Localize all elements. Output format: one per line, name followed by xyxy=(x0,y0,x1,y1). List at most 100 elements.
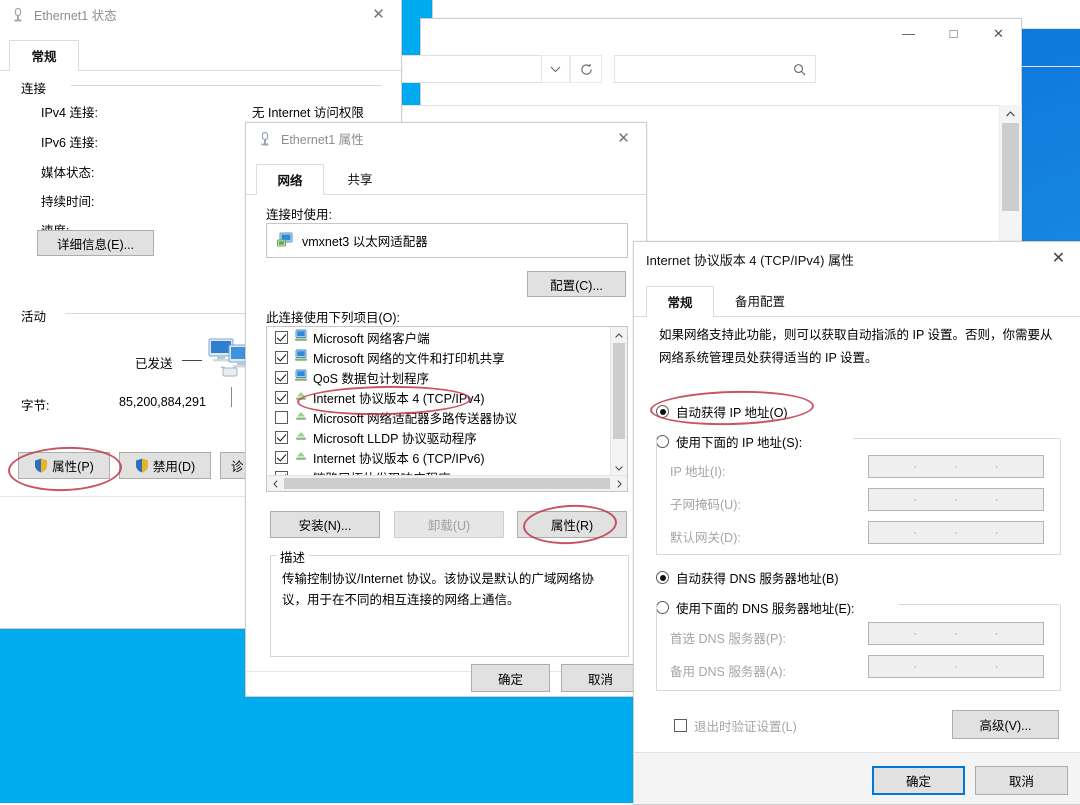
sent-dash xyxy=(182,360,202,361)
list-item-label: Internet 协议版本 6 (TCP/IPv6) xyxy=(313,448,485,467)
list-item[interactable]: Internet 协议版本 6 (TCP/IPv6) xyxy=(267,447,610,467)
protocol-icon xyxy=(294,449,308,465)
dns-auto-label: 自动获得 DNS 服务器地址(B) xyxy=(676,568,839,587)
ip-group-box-top-right xyxy=(853,438,1059,439)
checkbox[interactable] xyxy=(275,391,288,404)
chevron-up-icon[interactable] xyxy=(1000,105,1021,123)
chevron-down-icon[interactable] xyxy=(611,460,627,476)
tcpipv4-close-button[interactable]: ✕ xyxy=(1036,244,1080,275)
address-dropdown-button[interactable] xyxy=(541,55,570,83)
tcpipv4-properties-dialog[interactable]: Internet 协议版本 4 (TCP/IPv4) 属性 ✕ 常规 备用配置 … xyxy=(633,241,1080,805)
alternate-dns-field[interactable]: ··· xyxy=(868,655,1044,678)
properties-r-button[interactable]: 属性(R) xyxy=(517,511,627,538)
chevron-right-icon[interactable] xyxy=(611,480,627,488)
checkbox[interactable] xyxy=(275,351,288,364)
client-icon xyxy=(294,329,308,345)
network-card-icon xyxy=(277,232,293,250)
protocol-list[interactable]: Microsoft 网络客户端 Microsoft 网络的文件和打印机共享 Qo… xyxy=(266,326,628,492)
validate-checkbox[interactable] xyxy=(674,719,687,732)
properties-close-button[interactable]: ✕ xyxy=(601,123,646,154)
subnet-mask-field[interactable]: ··· xyxy=(868,488,1044,511)
checkbox[interactable] xyxy=(275,431,288,444)
ip-auto-radio[interactable] xyxy=(656,405,669,418)
properties-title: Ethernet1 属性 xyxy=(281,129,601,148)
status-diagnose-label: 诊 xyxy=(231,456,244,475)
dns-field-row: 备用 DNS 服务器(A): xyxy=(670,661,786,680)
list-item-label: Microsoft 网络的文件和打印机共享 xyxy=(313,348,505,367)
checkbox[interactable] xyxy=(275,371,288,384)
list-item[interactable]: Microsoft 网络的文件和打印机共享 xyxy=(267,347,610,367)
search-icon xyxy=(793,63,806,76)
ip-address-field[interactable]: ··· xyxy=(868,455,1044,478)
alternate-dns-label: 备用 DNS 服务器(A): xyxy=(670,665,786,679)
validate-label: 退出时验证设置(L) xyxy=(694,716,797,735)
protocol-list-vscrollbar[interactable] xyxy=(610,327,627,476)
client-icon xyxy=(294,349,308,365)
list-item-label: QoS 数据包计划程序 xyxy=(313,368,429,387)
list-item[interactable]: Microsoft 网络适配器多路传送器协议 xyxy=(267,407,610,427)
bytes-sent-value: 85,200,884,291 xyxy=(119,395,206,409)
checkbox[interactable] xyxy=(275,411,288,424)
chevron-up-icon[interactable] xyxy=(611,327,627,343)
status-properties-button[interactable]: 属性(P) xyxy=(18,452,110,479)
chevron-left-icon[interactable] xyxy=(267,480,283,488)
close-button[interactable]: ✕ xyxy=(976,19,1021,47)
list-item[interactable]: Microsoft 网络客户端 xyxy=(267,327,610,347)
tab-alternate-config[interactable]: 备用配置 xyxy=(716,285,804,316)
default-gateway-label: 默认网关(D): xyxy=(670,531,741,545)
tab-sharing[interactable]: 共享 xyxy=(326,163,394,194)
maximize-button[interactable]: □ xyxy=(931,19,976,47)
tab-general[interactable]: 常规 xyxy=(646,286,714,317)
list-item[interactable]: QoS 数据包计划程序 xyxy=(267,367,610,387)
status-row: IPv4 连接: xyxy=(41,102,98,121)
ethernet-properties-dialog[interactable]: Ethernet1 属性 ✕ 网络 共享 连接时使用: vmxnet3 以太网适… xyxy=(245,122,647,697)
dns-auto-radio-row[interactable]: 自动获得 DNS 服务器地址(B) xyxy=(656,568,839,587)
dns-auto-radio[interactable] xyxy=(656,571,669,584)
ip-auto-label: 自动获得 IP 地址(O) xyxy=(676,402,788,421)
status-disable-button[interactable]: 禁用(D) xyxy=(119,452,211,479)
preferred-dns-field[interactable]: ··· xyxy=(868,622,1044,645)
refresh-button[interactable] xyxy=(570,55,602,83)
bytes-label: 字节: xyxy=(21,395,49,414)
validate-checkbox-row[interactable]: 退出时验证设置(L) xyxy=(674,716,797,735)
checkbox[interactable] xyxy=(275,331,288,344)
properties-cancel-button[interactable]: 取消 xyxy=(561,664,640,692)
status-row-value: 无 Internet 访问权限 xyxy=(252,102,364,121)
protocol-list-hscrollbar[interactable] xyxy=(267,475,627,491)
list-item-label: Microsoft 网络适配器多路传送器协议 xyxy=(313,408,517,427)
advanced-button[interactable]: 高级(V)... xyxy=(952,710,1059,739)
status-tabstrip[interactable]: 常规 xyxy=(0,30,401,71)
list-item[interactable]: Microsoft LLDP 协议驱动程序 xyxy=(267,427,610,447)
tcpipv4-tabstrip[interactable]: 常规 备用配置 xyxy=(634,276,1080,317)
tcpipv4-ok-button[interactable]: 确定 xyxy=(872,766,965,795)
install-button[interactable]: 安装(N)... xyxy=(270,511,380,538)
list-item-tcpipv4[interactable]: Internet 协议版本 4 (TCP/IPv4) xyxy=(267,387,610,407)
properties-ok-button-real[interactable]: 确定 xyxy=(471,664,550,692)
ip-address-label: IP 地址(I): xyxy=(670,465,725,479)
items-label: 此连接使用下列项目(O): xyxy=(266,307,400,326)
preferred-dns-label: 首选 DNS 服务器(P): xyxy=(670,632,786,646)
checkbox[interactable] xyxy=(275,451,288,464)
details-button[interactable]: 详细信息(E)... xyxy=(37,230,154,256)
default-gateway-field[interactable]: ··· xyxy=(868,521,1044,544)
configure-button-real[interactable]: 配置(C)... xyxy=(527,271,626,297)
tab-general[interactable]: 常规 xyxy=(9,40,79,71)
properties-tabstrip[interactable]: 网络 共享 xyxy=(246,154,646,195)
search-box[interactable] xyxy=(614,55,816,83)
scrollbar-thumb[interactable] xyxy=(284,478,610,489)
minimize-button[interactable]: — xyxy=(886,19,931,47)
uninstall-button: 卸载(U) xyxy=(394,511,504,538)
explorer-toolbar xyxy=(421,55,1021,83)
network-adapter-icon xyxy=(257,131,273,147)
description-text: 传输控制协议/Internet 协议。该协议是默认的广域网络协议，用于在不同的相… xyxy=(282,569,612,611)
connection-group-rule xyxy=(71,85,381,86)
tcpipv4-cancel-button[interactable]: 取消 xyxy=(975,766,1068,795)
tab-network[interactable]: 网络 xyxy=(256,164,324,195)
protocol-icon xyxy=(294,389,308,405)
shield-icon xyxy=(135,458,149,473)
adapter-name: vmxnet3 以太网适配器 xyxy=(302,231,428,250)
scrollbar-thumb[interactable] xyxy=(613,343,625,439)
scrollbar-thumb[interactable] xyxy=(1002,123,1019,211)
status-close-button[interactable]: ✕ xyxy=(356,0,401,30)
ip-auto-radio-row[interactable]: 自动获得 IP 地址(O) xyxy=(656,402,788,421)
